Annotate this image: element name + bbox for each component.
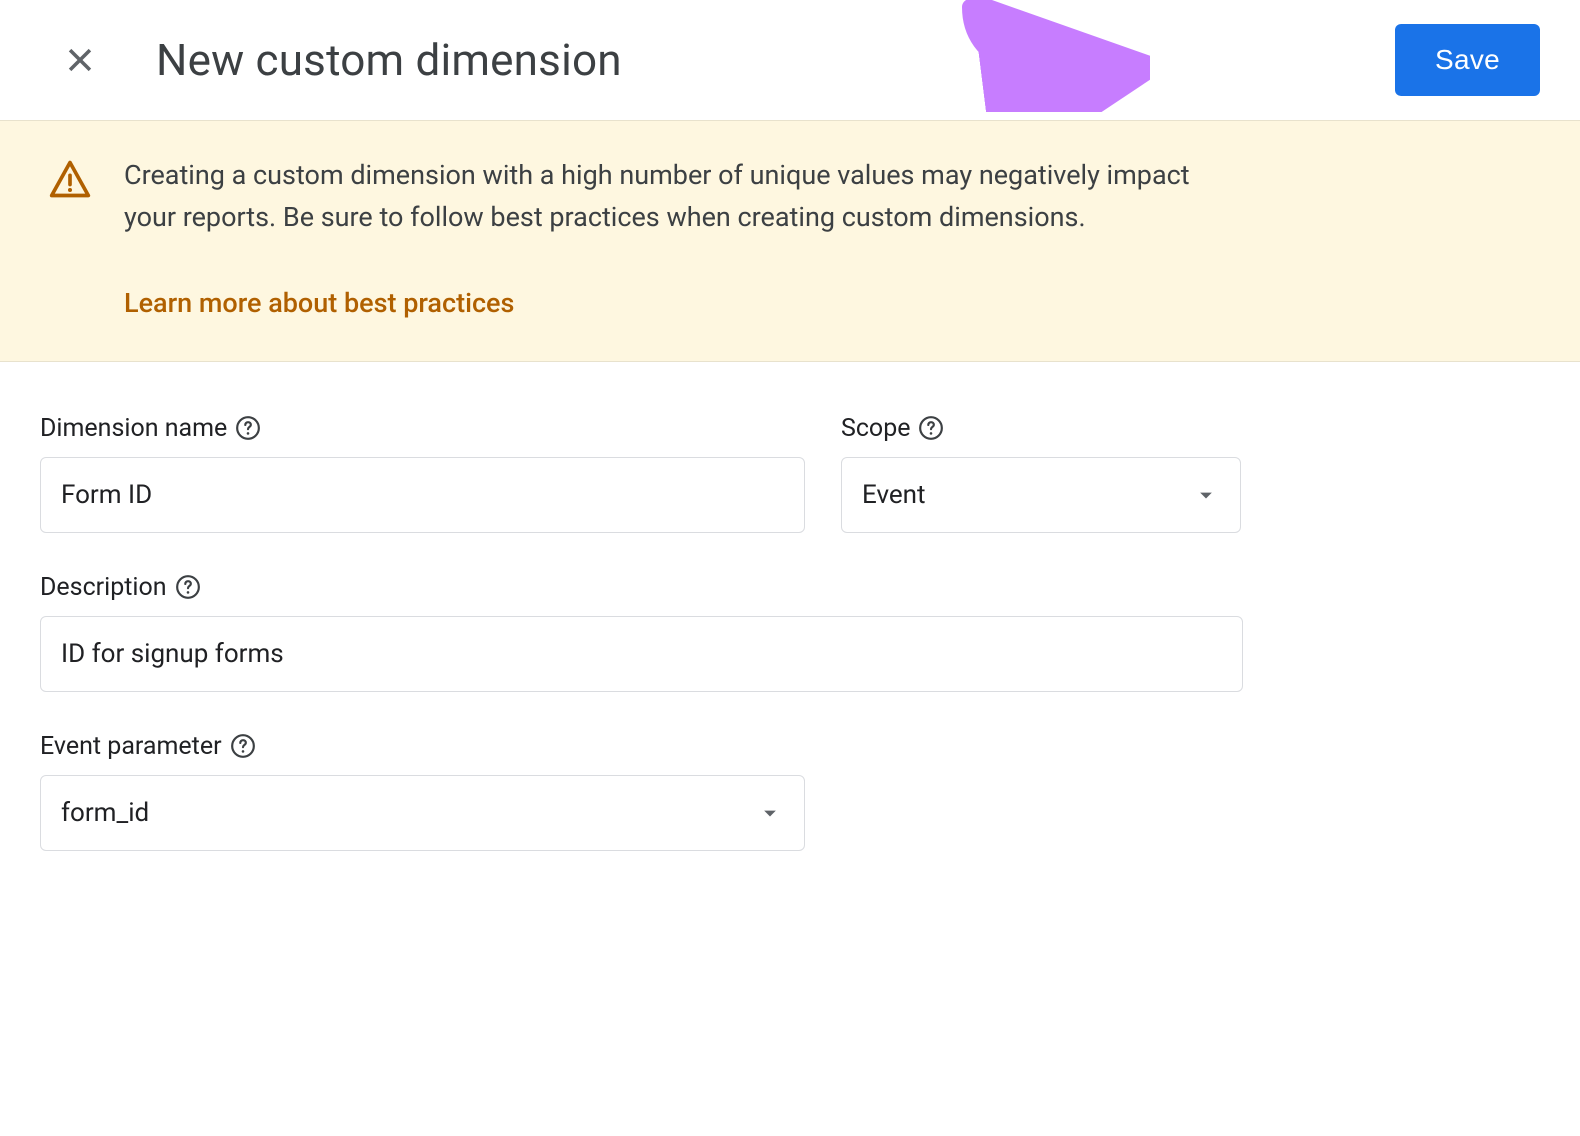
scope-field: Scope Event <box>841 414 1241 533</box>
dialog-header: New custom dimension Save <box>0 0 1580 120</box>
event-parameter-select[interactable]: form_id <box>40 775 805 851</box>
warning-icon <box>48 157 92 201</box>
warning-banner: Creating a custom dimension with a high … <box>0 120 1580 362</box>
help-icon[interactable] <box>918 415 944 441</box>
chevron-down-icon <box>1192 481 1220 509</box>
help-icon[interactable] <box>230 733 256 759</box>
chevron-down-icon <box>756 799 784 827</box>
scope-select[interactable]: Event <box>841 457 1241 533</box>
description-label: Description <box>40 573 1243 602</box>
event-parameter-select-value: form_id <box>61 798 149 828</box>
best-practices-link[interactable]: Learn more about best practices <box>124 287 514 319</box>
event-parameter-label: Event parameter <box>40 732 805 761</box>
dimension-name-field: Dimension name <box>40 414 805 533</box>
help-icon[interactable] <box>235 415 261 441</box>
scope-label-text: Scope <box>841 414 910 443</box>
description-field: Description <box>40 573 1243 692</box>
dimension-name-label-text: Dimension name <box>40 414 227 443</box>
dimension-name-input[interactable] <box>40 457 805 533</box>
close-icon[interactable] <box>58 38 102 82</box>
dimension-name-label: Dimension name <box>40 414 805 443</box>
event-parameter-field: Event parameter form_id <box>40 732 805 851</box>
page-title: New custom dimension <box>156 34 622 86</box>
event-parameter-label-text: Event parameter <box>40 732 222 761</box>
help-icon[interactable] <box>175 574 201 600</box>
description-input[interactable] <box>40 616 1243 692</box>
warning-text: Creating a custom dimension with a high … <box>124 155 1224 239</box>
save-button[interactable]: Save <box>1395 24 1540 96</box>
description-label-text: Description <box>40 573 167 602</box>
form-body: Dimension name Scope <box>0 362 1580 931</box>
annotation-arrow-icon <box>950 0 1150 112</box>
scope-label: Scope <box>841 414 1241 443</box>
scope-select-value: Event <box>862 480 926 510</box>
